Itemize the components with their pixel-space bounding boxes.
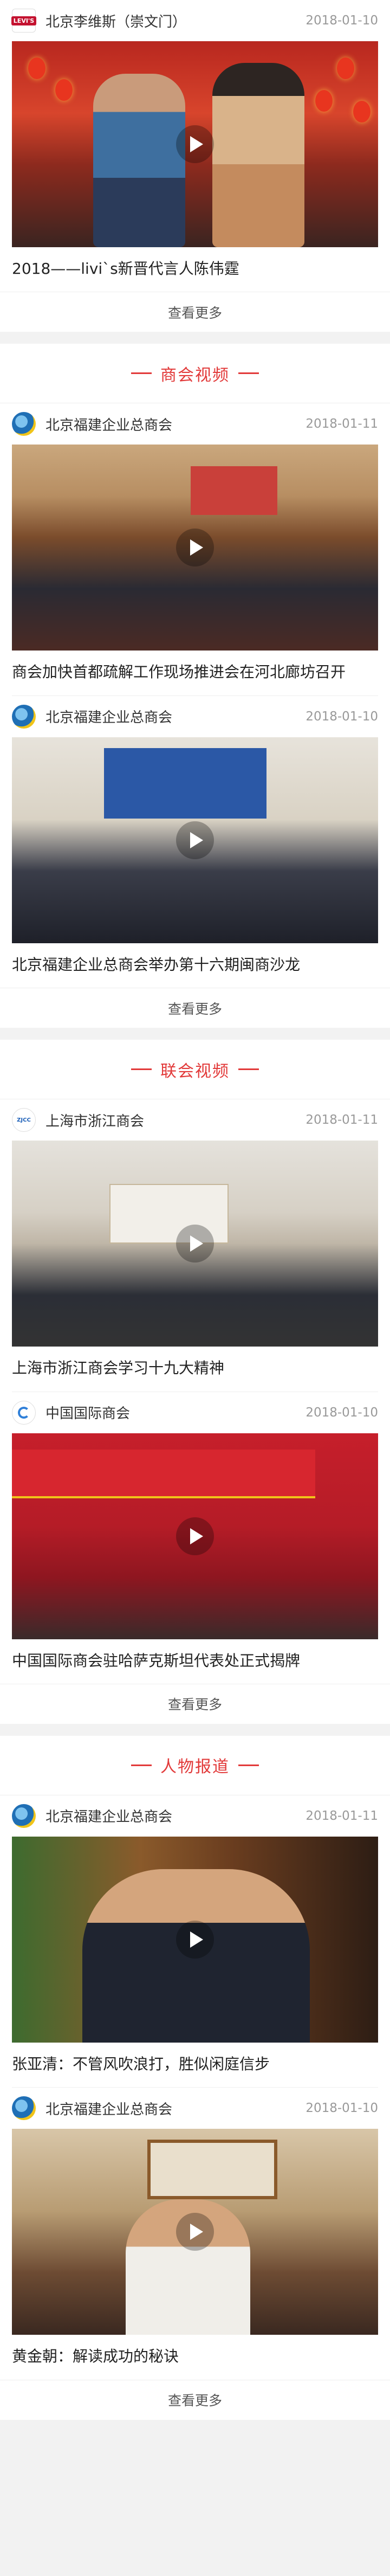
play-icon[interactable] <box>176 1517 214 1555</box>
title-dash-left <box>131 372 152 375</box>
card-date: 2018-01-10 <box>306 14 378 28</box>
card-org-name: 北京李维斯（崇文门） <box>46 14 187 30</box>
title-dash-right <box>238 1764 259 1766</box>
levis-logo-icon: LEVI'S <box>11 9 37 33</box>
video-card[interactable]: 北京福建企业总商会 2018-01-11 商会加快首都疏解工作现场推进会在河北廊… <box>0 403 390 695</box>
card-org-name: 北京福建企业总商会 <box>46 2101 173 2118</box>
view-more-button[interactable]: 查看更多 <box>0 988 390 1028</box>
card-org-name: 北京福建企业总商会 <box>46 417 173 434</box>
card-header: 中国国际商会 2018-01-10 <box>0 1392 390 1433</box>
card-title[interactable]: 北京福建企业总商会举办第十六期闽商沙龙 <box>0 943 390 988</box>
play-icon[interactable] <box>176 1225 214 1263</box>
play-icon[interactable] <box>176 125 214 163</box>
wall-photo <box>147 2140 277 2200</box>
card-date: 2018-01-10 <box>306 1405 378 1420</box>
fujian-chamber-logo-icon <box>12 2096 36 2121</box>
video-card[interactable]: ZJCC 上海市浙江商会 2018-01-11 上海市浙江商会学习十九大精神 <box>0 1099 390 1391</box>
video-thumbnail[interactable] <box>12 737 378 943</box>
section-header: 人物报道 <box>0 1736 390 1795</box>
card-title[interactable]: 2018——livi`s新晋代言人陈伟霆 <box>0 247 390 292</box>
video-thumbnail[interactable] <box>12 445 378 651</box>
card-header: 北京福建企业总商会 2018-01-11 <box>0 403 390 445</box>
section-title: 商会视频 <box>160 365 230 385</box>
card-title[interactable]: 上海市浙江商会学习十九大精神 <box>0 1347 390 1391</box>
title-dash-left <box>131 1068 152 1071</box>
people-report-section: 人物报道 北京福建企业总商会 2018-01-11 张亚清：不管风吹浪打，胜似闲… <box>0 1735 390 2420</box>
video-card[interactable]: LEVI'S 北京李维斯（崇文门） 2018-01-10 2018——livi`… <box>0 0 390 292</box>
card-header: ZJCC 上海市浙江商会 2018-01-11 <box>0 1099 390 1141</box>
section-title: 人物报道 <box>160 1757 230 1777</box>
play-icon[interactable] <box>176 2213 214 2251</box>
ccoic-logo-icon <box>12 1400 36 1425</box>
card-date: 2018-01-10 <box>306 2101 378 2116</box>
card-date: 2018-01-10 <box>306 709 378 724</box>
card-header: 北京福建企业总商会 2018-01-11 <box>0 1795 390 1837</box>
view-more-button[interactable]: 查看更多 <box>0 1683 390 1724</box>
stage-screen <box>104 748 266 819</box>
union-video-section: 联会视频 ZJCC 上海市浙江商会 2018-01-11 上海市浙江商会学习十九… <box>0 1040 390 1724</box>
video-card[interactable]: 北京福建企业总商会 2018-01-10 黄金朝：解读成功的秘诀 <box>0 2088 390 2379</box>
title-dash-left <box>131 1764 152 1766</box>
ceremony-banner <box>12 1449 315 1498</box>
card-org-name: 北京福建企业总商会 <box>46 710 173 726</box>
play-icon[interactable] <box>176 821 214 859</box>
play-icon[interactable] <box>176 529 214 567</box>
card-date: 2018-01-11 <box>306 1808 378 1823</box>
chamber-video-section: 商会视频 北京福建企业总商会 2018-01-11 商会加快首都疏解工作现场推进… <box>0 344 390 1028</box>
section-header: 商会视频 <box>0 344 390 404</box>
video-thumbnail[interactable] <box>12 2129 378 2335</box>
video-feed-page: LEVI'S 北京李维斯（崇文门） 2018-01-10 2018——livi`… <box>0 0 390 2576</box>
person-figure <box>93 74 185 247</box>
lantern-icon <box>315 90 333 112</box>
person-figure <box>212 63 304 247</box>
view-more-button[interactable]: 查看更多 <box>0 292 390 332</box>
lantern-icon <box>28 57 46 79</box>
card-title[interactable]: 商会加快首都疏解工作现场推进会在河北廊坊召开 <box>0 651 390 695</box>
lantern-icon <box>337 57 354 79</box>
card-org-name: 上海市浙江商会 <box>46 1113 145 1130</box>
fujian-chamber-logo-icon <box>12 412 36 436</box>
card-header: 北京福建企业总商会 2018-01-10 <box>0 2088 390 2129</box>
video-thumbnail[interactable] <box>12 1836 378 2043</box>
card-title[interactable]: 张亚清：不管风吹浪打，胜似闲庭信步 <box>0 2043 390 2087</box>
card-date: 2018-01-11 <box>306 417 378 432</box>
title-dash-right <box>238 372 259 375</box>
card-title[interactable]: 黄金朝：解读成功的秘诀 <box>0 2335 390 2379</box>
lantern-icon <box>353 101 370 123</box>
featured-section: LEVI'S 北京李维斯（崇文门） 2018-01-10 2018——livi`… <box>0 0 390 332</box>
view-more-button[interactable]: 查看更多 <box>0 2379 390 2420</box>
lantern-icon <box>55 79 73 101</box>
play-icon[interactable] <box>176 1920 214 1959</box>
title-dash-right <box>238 1068 259 1071</box>
stage-screen <box>191 466 277 516</box>
video-card[interactable]: 北京福建企业总商会 2018-01-11 张亚清：不管风吹浪打，胜似闲庭信步 <box>0 1795 390 2087</box>
zhejiang-chamber-logo-icon: ZJCC <box>12 1108 36 1132</box>
video-thumbnail[interactable] <box>12 1433 378 1639</box>
card-date: 2018-01-11 <box>306 1113 378 1128</box>
video-card[interactable]: 北京福建企业总商会 2018-01-10 北京福建企业总商会举办第十六期闽商沙龙 <box>0 696 390 988</box>
card-header: LEVI'S 北京李维斯（崇文门） 2018-01-10 <box>0 0 390 41</box>
card-header: 北京福建企业总商会 2018-01-10 <box>0 696 390 737</box>
fujian-chamber-logo-icon <box>12 704 36 729</box>
video-thumbnail[interactable] <box>12 41 378 247</box>
section-header: 联会视频 <box>0 1040 390 1100</box>
card-org-name: 中国国际商会 <box>46 1406 131 1422</box>
card-org-name: 北京福建企业总商会 <box>46 1809 173 1826</box>
card-title[interactable]: 中国国际商会驻哈萨克斯坦代表处正式揭牌 <box>0 1639 390 1684</box>
section-title: 联会视频 <box>160 1061 230 1081</box>
video-thumbnail[interactable] <box>12 1141 378 1347</box>
video-card[interactable]: 中国国际商会 2018-01-10 中国国际商会驻哈萨克斯坦代表处正式揭牌 <box>0 1392 390 1684</box>
fujian-chamber-logo-icon <box>12 1804 36 1828</box>
